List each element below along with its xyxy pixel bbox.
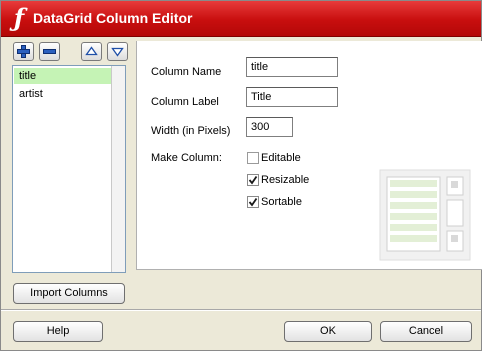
datagrid-illustration-icon [379, 169, 471, 261]
footer-divider [1, 309, 481, 311]
checkmark-icon [248, 197, 258, 207]
column-name-label: Column Name [151, 66, 222, 78]
column-name-input[interactable]: title [246, 57, 338, 77]
sortable-checkbox[interactable] [247, 196, 259, 208]
cancel-button[interactable]: Cancel [380, 321, 472, 342]
move-up-button[interactable] [81, 42, 102, 61]
columns-list[interactable]: title artist [12, 65, 126, 273]
checkmark-icon [248, 175, 258, 185]
editable-checkbox[interactable] [247, 152, 259, 164]
dialog-window: ƒ DataGrid Column Editor title artist Im… [0, 0, 482, 351]
import-columns-button[interactable]: Import Columns [13, 283, 125, 304]
remove-column-button[interactable] [39, 42, 60, 61]
title-bar: ƒ DataGrid Column Editor [1, 1, 481, 37]
resizable-label: Resizable [261, 174, 310, 186]
dialog-title: DataGrid Column Editor [33, 10, 193, 26]
width-input[interactable]: 300 [246, 117, 293, 137]
properties-panel: Column Name title Column Label Title Wid… [136, 41, 482, 270]
help-button[interactable]: Help [13, 321, 103, 342]
flash-logo-icon: ƒ [13, 3, 25, 32]
width-label: Width (in Pixels) [151, 125, 231, 137]
column-label-label: Column Label [151, 96, 219, 108]
list-item-artist[interactable]: artist [14, 86, 114, 102]
triangle-up-icon [85, 46, 98, 56]
add-column-button[interactable] [13, 42, 34, 61]
resizable-checkbox[interactable] [247, 174, 259, 186]
list-item-title[interactable]: title [14, 68, 114, 84]
minus-icon [43, 49, 56, 54]
ok-button[interactable]: OK [284, 321, 372, 342]
make-column-label: Make Column: [151, 152, 222, 164]
editable-label: Editable [261, 152, 301, 164]
move-down-button[interactable] [107, 42, 128, 61]
sortable-label: Sortable [261, 196, 302, 208]
column-label-input[interactable]: Title [246, 87, 338, 107]
plus-icon [17, 45, 30, 58]
triangle-down-icon [111, 47, 124, 57]
list-scrollbar[interactable] [111, 66, 125, 272]
